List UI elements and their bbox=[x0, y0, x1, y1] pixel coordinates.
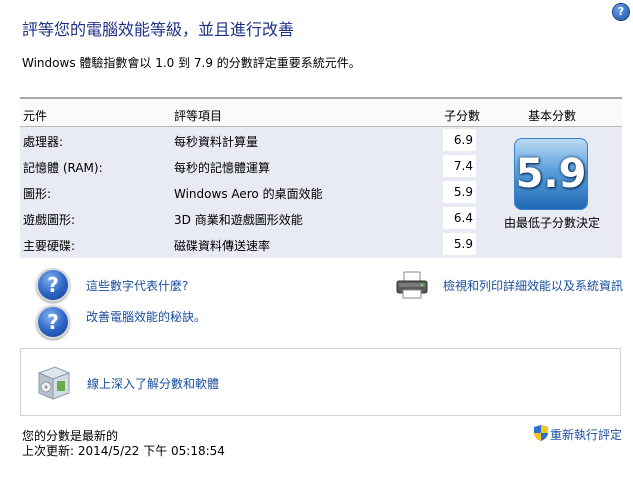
help-icon[interactable]: ? bbox=[613, 4, 629, 20]
subscore-value: 6.4 bbox=[443, 207, 476, 229]
rated-item: 每秒的記憶體運算 bbox=[174, 161, 271, 175]
intro-text: Windows 體驗指數會以 1.0 到 7.9 的分數評定重要系統元件。 bbox=[22, 56, 361, 70]
rated-item: 每秒資料計算量 bbox=[174, 135, 259, 149]
rated-item: 磁碟資料傳送速率 bbox=[174, 239, 271, 253]
header-base: 基本分數 bbox=[528, 109, 577, 123]
table-body: 處理器: 每秒資料計算量 6.9 記憶體 (RAM): 每秒的記憶體運算 7.4… bbox=[20, 127, 622, 258]
component-label: 主要硬碟: bbox=[23, 239, 76, 253]
question-icon[interactable]: ? bbox=[38, 270, 68, 300]
component-label: 遊戲圖形: bbox=[23, 213, 76, 227]
print-details-link[interactable]: 檢視和列印詳細效能以及系統資訊 bbox=[443, 277, 623, 294]
header-component: 元件 bbox=[23, 109, 48, 123]
subscore-value: 6.9 bbox=[443, 129, 476, 151]
table-header: 元件 評等項目 子分數 基本分數 bbox=[20, 99, 622, 127]
rated-item: Windows Aero 的桌面效能 bbox=[174, 187, 323, 201]
page-title: 評等您的電腦效能等級，並且進行改善 bbox=[22, 20, 295, 39]
tips-link[interactable]: 改善電腦效能的秘訣。 bbox=[86, 308, 206, 325]
base-score-tile: 5.9 bbox=[514, 138, 588, 210]
online-info-box: 線上深入了解分數和軟體 bbox=[20, 348, 621, 416]
online-learn-link[interactable]: 線上深入了解分數和軟體 bbox=[87, 375, 219, 392]
subscore-value: 5.9 bbox=[443, 233, 476, 255]
what-mean-link[interactable]: 這些數字代表什麼? bbox=[86, 277, 188, 294]
rerun-assessment-link[interactable]: 重新執行評定 bbox=[550, 426, 622, 443]
question-icon[interactable]: ? bbox=[38, 307, 68, 337]
shield-icon[interactable] bbox=[534, 425, 548, 441]
rated-item: 3D 商業和遊戲圖形效能 bbox=[174, 213, 303, 227]
status-last-update: 上次更新: 2014/5/22 下午 05:18:54 bbox=[22, 444, 225, 458]
subscore-value: 7.4 bbox=[443, 155, 476, 177]
printer-icon[interactable] bbox=[395, 270, 429, 300]
component-label: 記憶體 (RAM): bbox=[23, 161, 103, 175]
component-label: 處理器: bbox=[23, 135, 64, 149]
header-rated: 評等項目 bbox=[174, 109, 223, 123]
subscore-value: 5.9 bbox=[443, 181, 476, 203]
component-label: 圖形: bbox=[23, 187, 52, 201]
score-table: 元件 評等項目 子分數 基本分數 處理器: 每秒資料計算量 6.9 記憶體 (R… bbox=[20, 97, 622, 258]
header-subscore: 子分數 bbox=[444, 109, 481, 123]
base-score-caption: 由最低子分數決定 bbox=[503, 216, 600, 230]
software-box-icon bbox=[37, 366, 71, 400]
table-row: 主要硬碟: 磁碟資料傳送速率 5.9 bbox=[20, 231, 622, 257]
